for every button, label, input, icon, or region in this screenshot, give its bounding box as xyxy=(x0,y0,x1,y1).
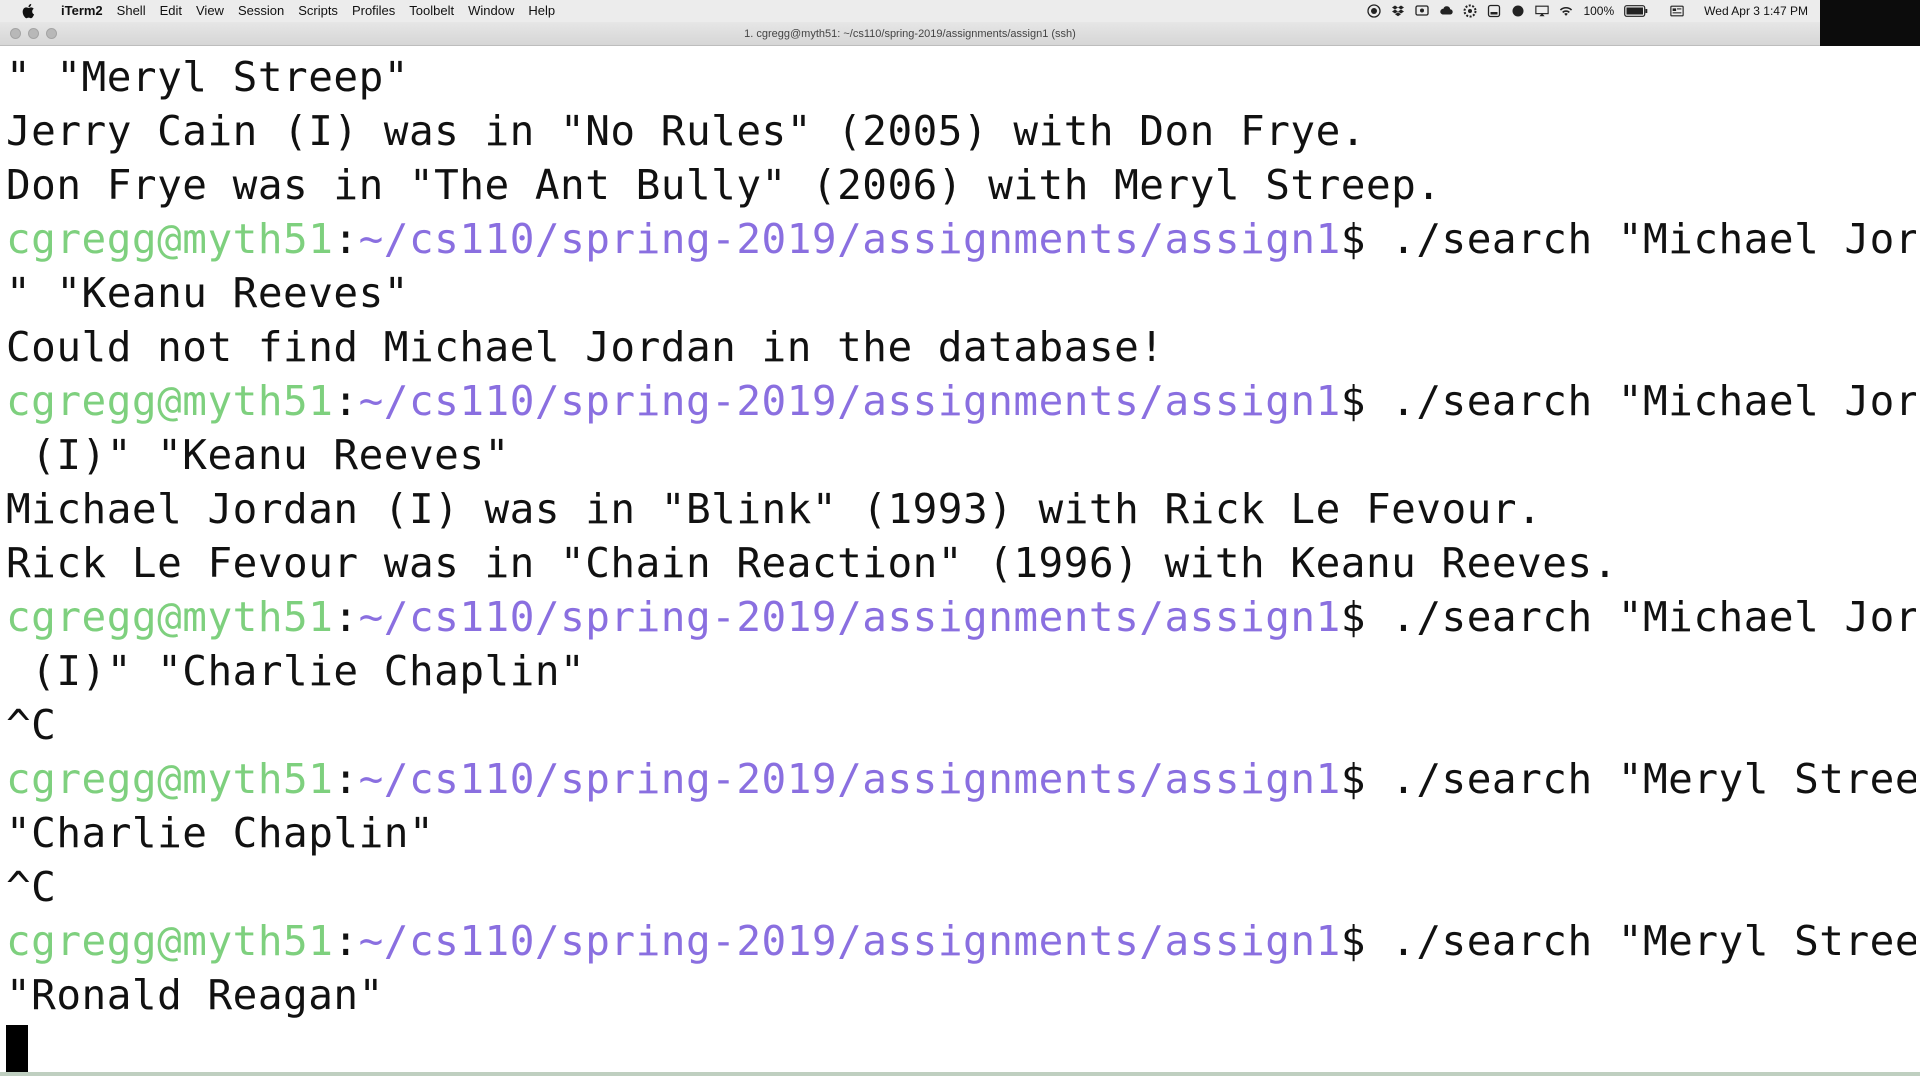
menu-view[interactable]: View xyxy=(189,0,231,22)
terminal-bottom-edge xyxy=(0,1072,1920,1076)
terminal-output-line: Don Frye was in "The Ant Bully" (2006) w… xyxy=(6,161,1442,209)
prompt-dollar: $ xyxy=(1340,917,1366,965)
settings-icon[interactable] xyxy=(1463,4,1477,18)
terminal-view[interactable]: " "Meryl Streep" Jerry Cain (I) was in "N… xyxy=(0,46,1920,1076)
prompt-user-host: cgregg@myth51 xyxy=(6,215,334,263)
prompt-user-host: cgregg@myth51 xyxy=(6,917,334,965)
prompt-path: ~/cs110/spring-2019/assignments/assign1 xyxy=(358,917,1341,965)
terminal-prompt-line: cgregg@myth51:~/cs110/spring-2019/assign… xyxy=(6,590,1916,644)
terminal-prompt-line: cgregg@myth51:~/cs110/spring-2019/assign… xyxy=(6,752,1916,806)
screen-icon[interactable] xyxy=(1415,4,1430,18)
prompt-separator: : xyxy=(333,377,359,425)
battery-percent: 100% xyxy=(1583,4,1615,18)
prompt-command: ./search "Michael Jordan xyxy=(1391,215,1916,263)
terminal-output-line: Rick Le Fevour was in "Chain Reaction" (… xyxy=(6,539,1618,587)
wifi-icon[interactable] xyxy=(1559,4,1573,18)
terminal-output-line: " "Meryl Streep" xyxy=(6,53,409,101)
prompt-separator: : xyxy=(333,755,359,803)
prompt-command: ./search "Michael Jordan xyxy=(1391,593,1916,641)
window-title: 1. cgregg@myth51: ~/cs110/spring-2019/as… xyxy=(744,28,1076,40)
dropbox-icon[interactable] xyxy=(1391,4,1405,18)
prompt-dollar: $ xyxy=(1340,377,1366,425)
menu-help[interactable]: Help xyxy=(521,0,562,22)
window-title-bar[interactable]: 1. cgregg@myth51: ~/cs110/spring-2019/as… xyxy=(0,22,1820,46)
menu-edit[interactable]: Edit xyxy=(153,0,189,22)
screen-corner-overlay xyxy=(1820,0,1920,46)
prompt-path: ~/cs110/spring-2019/assignments/assign1 xyxy=(358,215,1341,263)
prompt-dollar: $ xyxy=(1340,593,1366,641)
menu-shell[interactable]: Shell xyxy=(110,0,153,22)
terminal-lines: " "Meryl Streep" Jerry Cain (I) was in "N… xyxy=(6,50,1916,1076)
prompt-dollar: $ xyxy=(1340,215,1366,263)
terminal-input-line xyxy=(6,1022,1916,1076)
menu-window[interactable]: Window xyxy=(461,0,521,22)
apple-icon[interactable] xyxy=(20,3,36,19)
cloud-icon[interactable] xyxy=(1439,4,1454,18)
prompt-user-host: cgregg@myth51 xyxy=(6,593,334,641)
terminal-output-line: "Charlie Chaplin" xyxy=(6,809,435,857)
record-icon[interactable] xyxy=(1367,4,1382,18)
menu-toolbelt[interactable]: Toolbelt xyxy=(402,0,461,22)
prompt-command: ./search "Michael Jordan xyxy=(1391,377,1916,425)
terminal-cursor xyxy=(6,1025,28,1073)
terminal-output-line: ^C xyxy=(6,863,57,911)
prompt-command: ./search "Meryl Streep" xyxy=(1365,917,1916,965)
menu-clock[interactable]: Wed Apr 3 1:47 PM xyxy=(1704,4,1808,18)
terminal-prompt-line: cgregg@myth51:~/cs110/spring-2019/assign… xyxy=(6,212,1916,266)
terminal-output-line: " "Keanu Reeves" xyxy=(6,269,409,317)
menu-scripts[interactable]: Scripts xyxy=(291,0,345,22)
status-menu-area: 100% Wed Apr 3 1:47 PM xyxy=(1367,0,1808,22)
terminal-output-line: "Ronald Reagan" xyxy=(6,971,384,1019)
terminal-output-line: ^C xyxy=(6,701,57,749)
terminal-output-line: Could not find Michael Jordan in the dat… xyxy=(6,323,1165,371)
drive-icon[interactable] xyxy=(1487,4,1501,18)
prompt-path: ~/cs110/spring-2019/assignments/assign1 xyxy=(358,377,1341,425)
prompt-dollar: $ xyxy=(1340,755,1366,803)
dot-icon[interactable] xyxy=(1511,4,1525,18)
prompt-path: ~/cs110/spring-2019/assignments/assign1 xyxy=(358,755,1341,803)
terminal-prompt-line: cgregg@myth51:~/cs110/spring-2019/assign… xyxy=(6,374,1916,428)
airplay-icon[interactable] xyxy=(1535,4,1550,18)
prompt-separator: : xyxy=(333,215,359,263)
prompt-command: ./search "Meryl Streep" xyxy=(1365,755,1916,803)
battery-icon[interactable] xyxy=(1624,4,1648,18)
terminal-output-line: (I)" "Keanu Reeves" xyxy=(6,431,510,479)
menu-app-name[interactable]: iTerm2 xyxy=(54,0,110,22)
menu-bar: iTerm2 Shell Edit View Session Scripts P… xyxy=(0,0,1920,22)
flag-icon[interactable] xyxy=(1670,4,1684,18)
menu-profiles[interactable]: Profiles xyxy=(345,0,402,22)
prompt-user-host: cgregg@myth51 xyxy=(6,755,334,803)
prompt-separator: : xyxy=(333,593,359,641)
prompt-separator: : xyxy=(333,917,359,965)
menu-session[interactable]: Session xyxy=(231,0,291,22)
terminal-output-line: Michael Jordan (I) was in "Blink" (1993)… xyxy=(6,485,1543,533)
terminal-prompt-line: cgregg@myth51:~/cs110/spring-2019/assign… xyxy=(6,914,1916,968)
terminal-output-line: Jerry Cain (I) was in "No Rules" (2005) … xyxy=(6,107,1366,155)
terminal-output-line: (I)" "Charlie Chaplin" xyxy=(6,647,586,695)
prompt-user-host: cgregg@myth51 xyxy=(6,377,334,425)
prompt-path: ~/cs110/spring-2019/assignments/assign1 xyxy=(358,593,1341,641)
